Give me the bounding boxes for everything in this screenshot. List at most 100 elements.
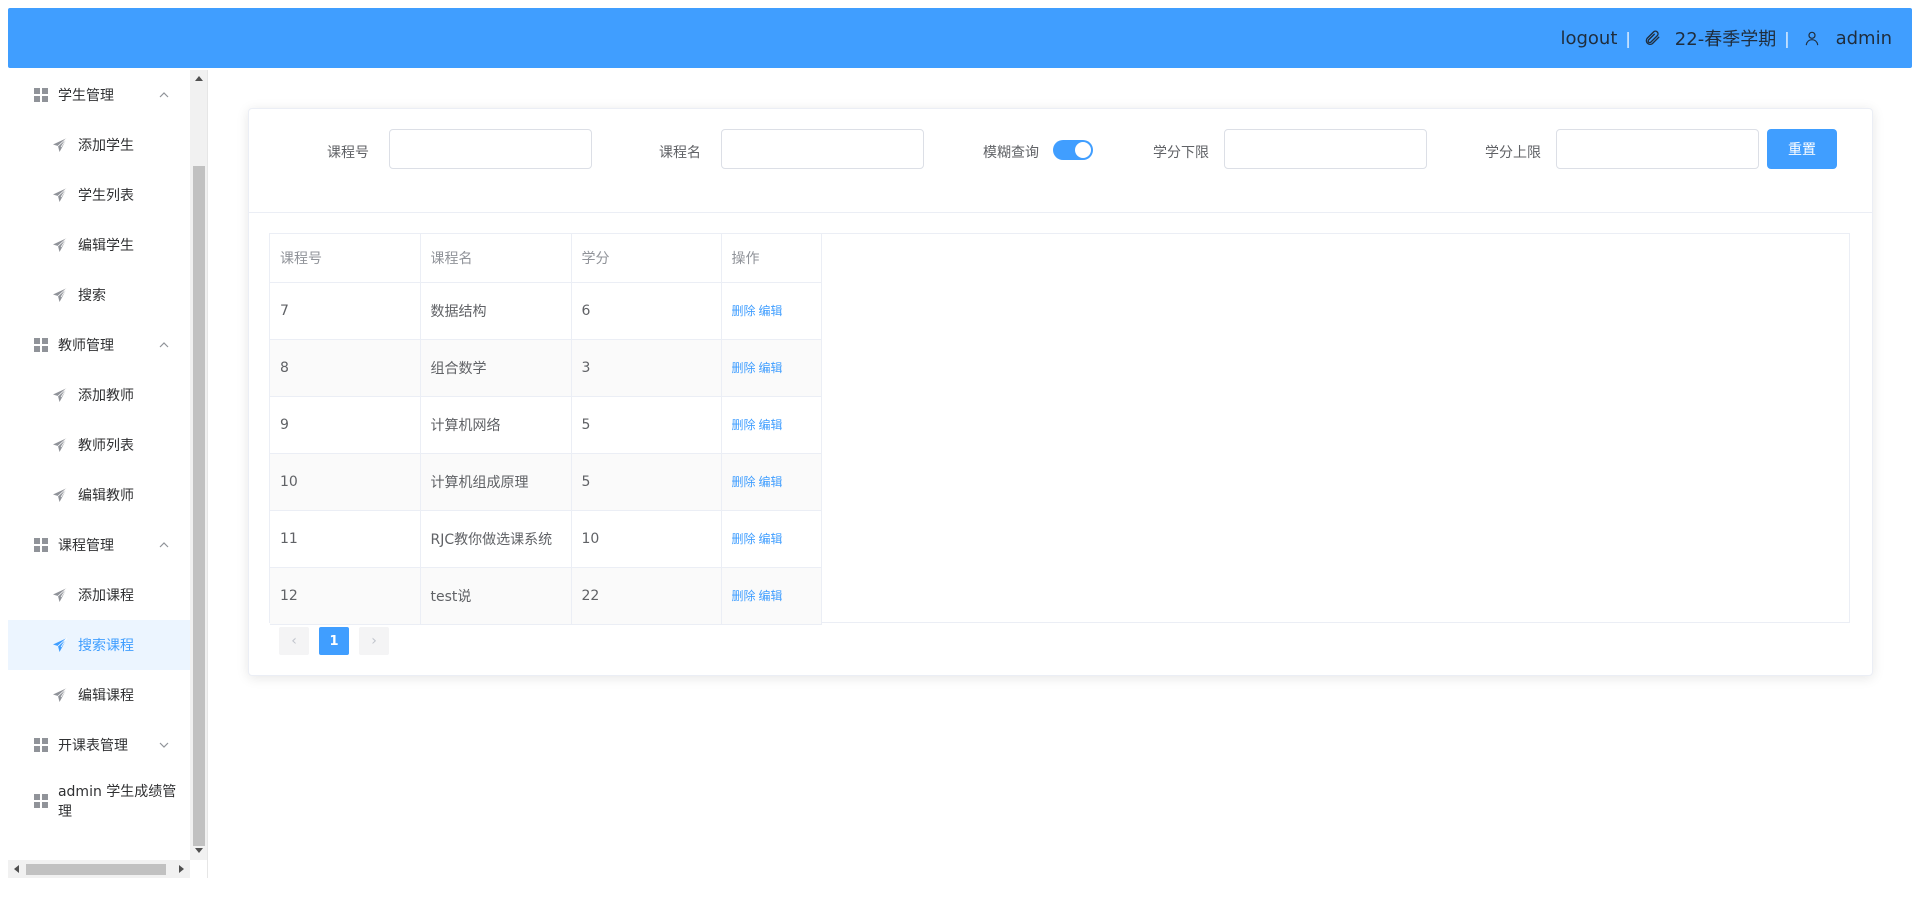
- sidebar-item[interactable]: 编辑学生: [8, 220, 190, 270]
- edit-link[interactable]: 编辑: [759, 532, 783, 546]
- sidebar-horizontal-scrollbar[interactable]: [8, 860, 190, 878]
- sidebar-item[interactable]: 搜索: [8, 270, 190, 320]
- table-row: 11 RJC教你做选课系统 10 删除 编辑: [270, 510, 822, 568]
- sidebar-item-label: 编辑学生: [78, 238, 134, 254]
- sidebar-item[interactable]: 搜索课程: [8, 620, 190, 670]
- table-row: 8 组合数学 3 删除 编辑: [270, 339, 822, 397]
- paper-plane-icon: [53, 687, 68, 702]
- table-cell-actions: 删除 编辑: [721, 453, 822, 511]
- grid-icon: [34, 538, 48, 552]
- pagination: ‹ 1 ›: [279, 627, 399, 655]
- course-table-wrapper: 课程号 课程名 学分 操作 7 数据结构 6 删除 编辑 8 组合数学 3 删除 编辑 9 计算机网络…: [269, 233, 1850, 625]
- sidebar-item-label: 编辑教师: [78, 488, 134, 504]
- edit-link[interactable]: 编辑: [759, 418, 783, 432]
- column-header-actions: 操作: [721, 234, 822, 283]
- scrollbar-thumb[interactable]: [26, 864, 166, 875]
- fuzzy-query-label: 模糊查询: [983, 145, 1039, 161]
- delete-link[interactable]: 删除: [732, 304, 756, 318]
- semester-label: 22-春季学期: [1674, 29, 1777, 50]
- edit-link[interactable]: 编辑: [759, 589, 783, 603]
- sidebar-item[interactable]: 添加教师: [8, 370, 190, 420]
- chevron-down-icon: [159, 742, 169, 748]
- page-number-button[interactable]: 1: [319, 627, 349, 655]
- delete-link[interactable]: 删除: [732, 532, 756, 546]
- sidebar-group[interactable]: admin 学生成绩管理: [8, 776, 190, 826]
- sidebar: 学生管理 添加学生学生列表编辑学生搜索教师管理添加教师 教师列表编辑教师课程管理添加…: [8, 70, 208, 878]
- table-cell-id: 11: [270, 510, 421, 568]
- edit-link[interactable]: 编辑: [759, 361, 783, 375]
- sidebar-vertical-scrollbar[interactable]: [190, 70, 207, 860]
- edit-link[interactable]: 编辑: [759, 304, 783, 318]
- table-cell-id: 10: [270, 453, 421, 511]
- sidebar-group-label: 教师管理: [58, 338, 114, 354]
- table-cell-actions: 删除 编辑: [721, 282, 822, 340]
- sidebar-item-label: 搜索: [78, 288, 106, 304]
- sidebar-item[interactable]: 添加学生: [8, 120, 190, 170]
- switch-knob: [1075, 142, 1091, 158]
- credit-max-label: 学分上限: [1485, 145, 1541, 161]
- username-label[interactable]: admin: [1836, 28, 1892, 49]
- table-cell-credit: 5: [571, 396, 722, 454]
- paper-plane-icon: [53, 437, 68, 452]
- scroll-up-arrow-icon[interactable]: [195, 76, 203, 81]
- table-cell-credit: 10: [571, 510, 722, 568]
- sidebar-group[interactable]: 学生管理: [8, 70, 190, 120]
- prev-page-button[interactable]: ‹: [279, 627, 309, 655]
- credit-max-input[interactable]: [1556, 129, 1759, 169]
- sidebar-item[interactable]: 教师列表: [8, 420, 190, 470]
- table-cell-name: 计算机组成原理: [420, 453, 572, 511]
- scroll-left-arrow-icon[interactable]: [14, 865, 19, 873]
- sidebar-group-label: 开课表管理: [58, 738, 128, 754]
- sidebar-group[interactable]: 开课表管理: [8, 720, 190, 770]
- sidebar-item[interactable]: 添加课程: [8, 570, 190, 620]
- next-page-button[interactable]: ›: [359, 627, 389, 655]
- paper-plane-icon: [53, 287, 68, 302]
- table-cell-credit: 6: [571, 282, 722, 340]
- reset-button[interactable]: 重置: [1767, 129, 1837, 169]
- paper-plane-icon: [53, 387, 68, 402]
- sidebar-group[interactable]: 课程管理: [8, 520, 190, 570]
- table-cell-credit: 5: [571, 453, 722, 511]
- table-row: 9 计算机网络 5 删除 编辑: [270, 396, 822, 454]
- table-cell-actions: 删除 编辑: [721, 567, 822, 625]
- sidebar-item-label: 学生列表: [78, 188, 134, 204]
- scroll-down-arrow-icon[interactable]: [195, 848, 203, 853]
- paper-plane-icon: [53, 237, 68, 252]
- table-row: 10 计算机组成原理 5 删除 编辑: [270, 453, 822, 511]
- delete-link[interactable]: 删除: [732, 418, 756, 432]
- course-no-input[interactable]: [389, 129, 592, 169]
- sidebar-group[interactable]: 教师管理: [8, 320, 190, 370]
- scrollbar-thumb[interactable]: [193, 166, 205, 846]
- logout-link[interactable]: logout: [1560, 28, 1617, 49]
- column-header-credit: 学分: [571, 234, 722, 283]
- edit-link[interactable]: 编辑: [759, 475, 783, 489]
- sidebar-item[interactable]: 编辑教师: [8, 470, 190, 520]
- paper-plane-icon: [53, 187, 68, 202]
- fuzzy-query-switch[interactable]: [1053, 140, 1093, 160]
- sidebar-item[interactable]: 学生列表: [8, 170, 190, 220]
- delete-link[interactable]: 删除: [732, 589, 756, 603]
- delete-link[interactable]: 删除: [732, 475, 756, 489]
- top-header: logout | 22-春季学期 | admin: [8, 8, 1912, 68]
- table-cell-credit: 22: [571, 567, 722, 625]
- column-header-course-name: 课程名: [420, 234, 572, 283]
- table-header-row: 课程号 课程名 学分 操作: [270, 234, 822, 283]
- search-form: 课程号 课程名 模糊查询 学分下限 学分上限 重置: [249, 109, 1872, 213]
- table-cell-actions: 删除 编辑: [721, 510, 822, 568]
- table-cell-id: 9: [270, 396, 421, 454]
- chevron-up-icon: [159, 92, 169, 98]
- course-name-input[interactable]: [721, 129, 924, 169]
- table-cell-credit: 3: [571, 339, 722, 397]
- table-cell-id: 12: [270, 567, 421, 625]
- table-cell-name: test说: [420, 567, 572, 625]
- sidebar-group-label: 课程管理: [58, 538, 114, 554]
- sidebar-item-label: 搜索课程: [78, 638, 134, 654]
- sidebar-item[interactable]: 编辑课程: [8, 670, 190, 720]
- delete-link[interactable]: 删除: [732, 361, 756, 375]
- paper-plane-icon: [53, 637, 68, 652]
- table-cell-actions: 删除 编辑: [721, 339, 822, 397]
- scroll-right-arrow-icon[interactable]: [179, 865, 184, 873]
- course-name-label: 课程名: [659, 145, 701, 161]
- paper-plane-icon: [53, 487, 68, 502]
- credit-min-input[interactable]: [1224, 129, 1427, 169]
